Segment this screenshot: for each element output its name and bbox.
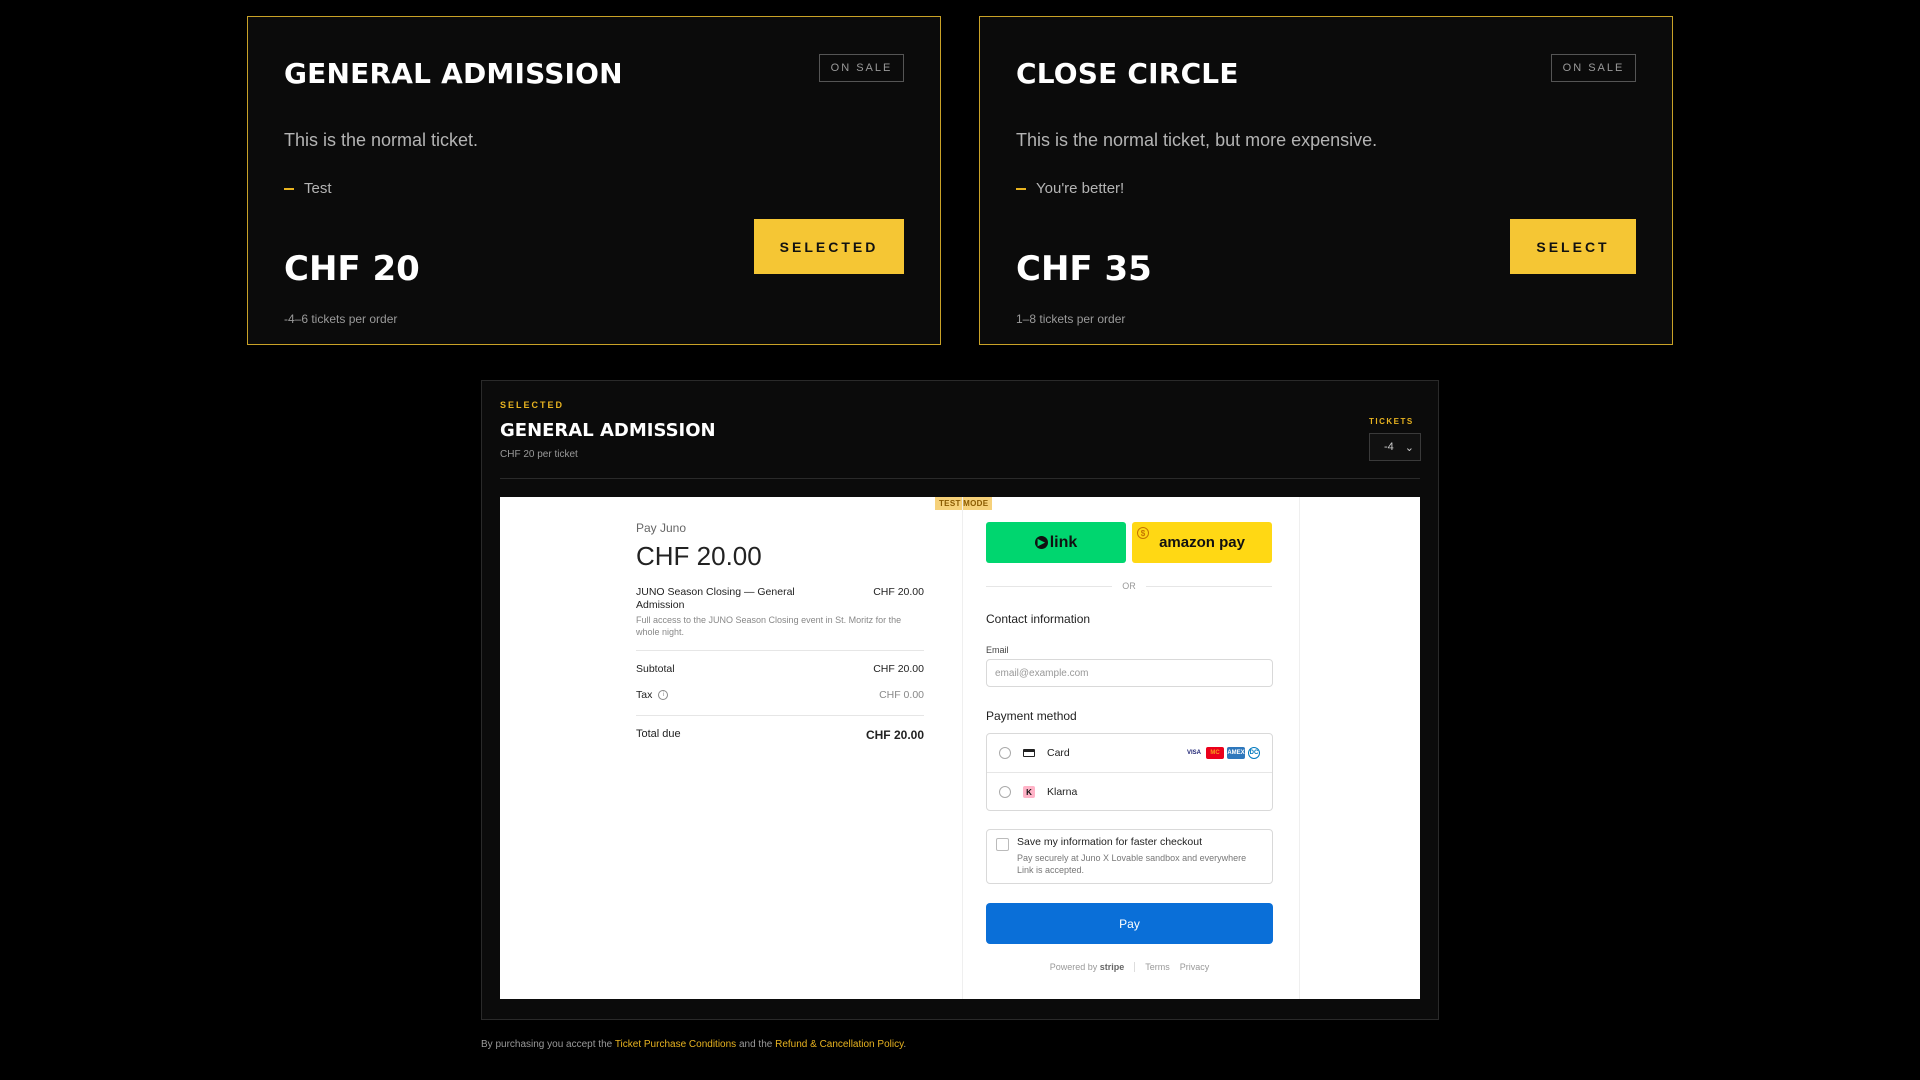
feature-text: Test: [304, 180, 332, 197]
subtotal-label: Subtotal: [636, 663, 675, 675]
total-row: Total due CHF 20.00: [636, 728, 924, 742]
ticket-limit: 1–8 tickets per order: [1016, 312, 1126, 326]
checkout-panel: SELECTED GENERAL ADMISSION CHF 20 per ti…: [481, 380, 1439, 1020]
tax-row: Tax i CHF 0.00: [636, 689, 924, 701]
payment-panel: ▶ link $ amazon pay OR Contact informati…: [962, 497, 1300, 999]
legal-notice: By purchasing you accept the Ticket Purc…: [481, 1039, 906, 1050]
ticket-title: CLOSE CIRCLE: [1016, 57, 1239, 90]
save-info-title: Save my information for faster checkout: [1017, 836, 1202, 848]
radio-button[interactable]: [999, 747, 1011, 759]
tickets-quantity-select[interactable]: -4 ⌄: [1369, 433, 1421, 461]
ticket-limit: -4–6 tickets per order: [284, 312, 398, 326]
or-divider: OR: [986, 581, 1272, 591]
ticket-feature: Test: [284, 180, 332, 197]
powered-by-text: Powered by: [1049, 962, 1098, 972]
contact-heading: Contact information: [986, 612, 1091, 626]
diners-club-icon: DC: [1248, 747, 1260, 759]
email-field[interactable]: email@example.com: [986, 659, 1273, 687]
order-summary: Pay Juno CHF 20.00 JUNO Season Closing —…: [636, 521, 924, 756]
legal-text: .: [903, 1039, 907, 1050]
divider: [636, 650, 924, 651]
visa-icon: VISA: [1186, 750, 1201, 756]
tax-label: Tax: [636, 689, 653, 701]
divider: [636, 715, 924, 716]
select-button[interactable]: SELECT: [1510, 219, 1636, 274]
klarna-icon: K: [1023, 786, 1035, 798]
status-badge: ON SALE: [1551, 54, 1636, 82]
save-info-checkbox[interactable]: [996, 838, 1009, 851]
refund-policy-link[interactable]: Refund & Cancellation Policy: [775, 1039, 903, 1050]
ticket-feature: You're better!: [1016, 180, 1124, 197]
subtotal-row: Subtotal CHF 20.00: [636, 663, 924, 675]
order-amount: CHF 20.00: [636, 541, 762, 571]
subtotal-value: CHF 20.00: [873, 663, 924, 675]
tickets-label: TICKETS: [1369, 417, 1414, 426]
total-label: Total due: [636, 728, 681, 740]
stripe-checkout-frame: TEST MODE Pay Juno CHF 20.00 JUNO Season…: [500, 497, 1420, 999]
payment-method-heading: Payment method: [986, 709, 1077, 723]
tax-value: CHF 0.00: [879, 689, 924, 701]
save-info-subtitle: Pay securely at Juno X Lovable sandbox a…: [1017, 853, 1247, 875]
ticket-description: This is the normal ticket.: [284, 130, 479, 150]
save-info-option[interactable]: Save my information for faster checkout …: [986, 829, 1273, 884]
total-value: CHF 20.00: [865, 728, 924, 742]
info-icon[interactable]: i: [658, 690, 669, 701]
payment-methods: Card VISA MC AMEX DC K Klarna: [986, 733, 1273, 811]
tickets-quantity-value: -4: [1384, 441, 1394, 453]
ticket-title: GENERAL ADMISSION: [284, 57, 623, 90]
card-brands: VISA MC AMEX DC: [1185, 747, 1260, 759]
klarna-label: Klarna: [1047, 786, 1078, 798]
dash-icon: [1016, 187, 1026, 190]
coin-icon: $: [1137, 527, 1149, 539]
radio-button[interactable]: [999, 786, 1011, 798]
terms-link[interactable]: Terms: [1145, 962, 1170, 972]
stripe-footer: Powered by stripe Terms Privacy: [986, 962, 1273, 972]
selected-button[interactable]: SELECTED: [754, 219, 904, 274]
ticket-conditions-link[interactable]: Ticket Purchase Conditions: [615, 1039, 736, 1050]
link-label: link: [1049, 533, 1078, 551]
feature-text: You're better!: [1036, 180, 1125, 197]
amazon-pay-label: amazon pay: [1159, 534, 1245, 551]
dash-icon: [284, 187, 294, 190]
link-pay-button[interactable]: ▶ link: [986, 522, 1126, 563]
credit-card-icon: [1023, 749, 1035, 757]
pay-button[interactable]: Pay: [986, 903, 1273, 944]
ticket-description: This is the normal ticket, but more expe…: [1016, 130, 1378, 150]
ticket-price: CHF 20: [284, 249, 420, 289]
ticket-card-general-admission: GENERAL ADMISSION ON SALE This is the no…: [247, 16, 941, 345]
divider: [500, 478, 1420, 479]
mastercard-icon: MC: [1206, 747, 1224, 759]
payment-option-card[interactable]: Card VISA MC AMEX DC: [987, 734, 1272, 772]
merchant-name: Pay Juno: [636, 521, 687, 535]
line-item-name: JUNO Season Closing — General Admission: [636, 586, 795, 611]
ticket-card-close-circle: CLOSE CIRCLE ON SALE This is the normal …: [979, 16, 1673, 345]
stripe-logo: stripe: [1099, 962, 1125, 972]
link-arrow-icon: ▶: [1034, 536, 1048, 549]
line-item: JUNO Season Closing — General Admission …: [636, 586, 924, 612]
legal-text: By purchasing you accept the: [481, 1039, 613, 1050]
selected-ticket-title: GENERAL ADMISSION: [500, 420, 716, 441]
selected-label: SELECTED: [500, 400, 565, 410]
email-label: Email: [986, 645, 1009, 655]
chevron-down-icon: ⌄: [1404, 441, 1414, 454]
card-label: Card: [1047, 747, 1070, 759]
or-text: OR: [1122, 581, 1136, 591]
amazon-pay-button[interactable]: $ amazon pay: [1132, 522, 1272, 563]
payment-option-klarna[interactable]: K Klarna: [987, 772, 1272, 811]
amex-icon: AMEX: [1227, 747, 1245, 759]
line-item-description: Full access to the JUNO Season Closing e…: [636, 615, 902, 637]
line-item-price: CHF 20.00: [873, 586, 924, 598]
legal-text: and the: [738, 1039, 773, 1050]
selected-ticket-price: CHF 20 per ticket: [500, 449, 578, 460]
ticket-price: CHF 35: [1016, 249, 1152, 289]
privacy-link[interactable]: Privacy: [1180, 962, 1210, 972]
status-badge: ON SALE: [819, 54, 904, 82]
